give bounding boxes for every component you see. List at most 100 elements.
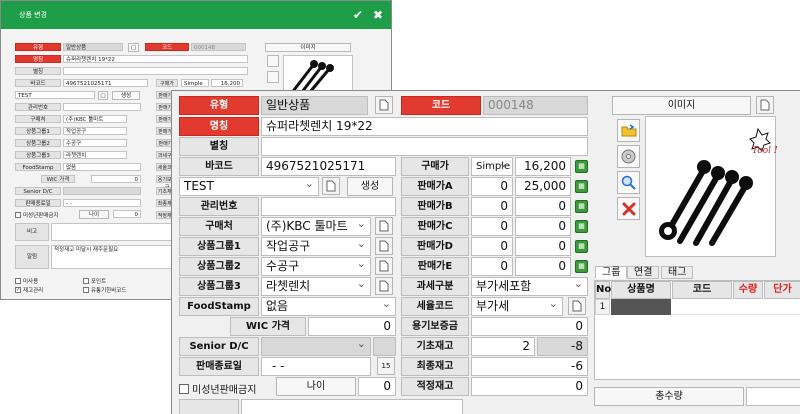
image-button[interactable]: 이미지 — [612, 96, 751, 115]
bg-image-button[interactable]: 이미지 — [265, 43, 351, 52]
alias-field[interactable] — [261, 137, 588, 156]
bg-sale-end-value[interactable]: - - — [63, 199, 141, 207]
tax-code-select[interactable]: 부가세 — [471, 297, 563, 316]
name-field[interactable]: 슈퍼라쳇렌치 19*22 — [261, 117, 588, 136]
price-d-calc-icon[interactable]: ▦ — [575, 240, 588, 253]
total-qty-field[interactable] — [746, 387, 800, 406]
bg-stock-manage-checkbox[interactable]: ✓ 재고관리 — [15, 286, 43, 294]
group2-select[interactable]: 수공구 — [261, 257, 371, 276]
price-a-calc-icon[interactable]: ▦ — [575, 180, 588, 193]
tab-link[interactable]: 연결 — [627, 266, 660, 279]
barcode-field[interactable]: 4967521025171 — [261, 157, 396, 176]
sale-end-field[interactable]: - - — [261, 357, 371, 376]
tax-type-select[interactable]: 부가세포함 — [471, 277, 588, 296]
category-document-icon[interactable] — [322, 177, 340, 195]
bg-unused-checkbox[interactable]: 미사용 — [15, 277, 38, 285]
minor-sale-ban-checkbox[interactable]: 미성년판매금지 — [179, 381, 256, 396]
bg-buy-mode[interactable]: Simple — [181, 79, 209, 87]
image-document-icon[interactable] — [756, 96, 774, 114]
group1-select[interactable]: 작업공구 — [261, 237, 371, 256]
tax-code-document-icon[interactable] — [568, 297, 586, 315]
bg-supplier-value[interactable]: (주)KBC 툴마트 — [63, 115, 127, 123]
calendar-icon[interactable]: 15 — [377, 357, 395, 375]
price-d-field-2[interactable]: 0 — [515, 237, 571, 256]
supplier-document-icon[interactable] — [375, 217, 393, 235]
price-c-field-2[interactable]: 0 — [515, 217, 571, 236]
bg-age-value[interactable]: 0 — [113, 210, 141, 218]
bg-group1-value[interactable]: 작업공구 — [63, 127, 127, 135]
bg-manage-no-value[interactable] — [63, 103, 141, 111]
bg-wic-value[interactable]: 0 — [91, 175, 141, 183]
bg-minor-checkbox[interactable]: 미성년판매금지 — [15, 211, 58, 219]
deposit-field[interactable]: 0 — [471, 317, 588, 336]
bg-type-value[interactable]: 일반상품 — [63, 43, 123, 51]
bg-group3-value[interactable]: 라쳇렌치 — [63, 151, 127, 159]
group1-document-icon[interactable] — [375, 237, 393, 255]
close-icon[interactable]: ✖ — [373, 8, 383, 22]
bg-code-value[interactable]: 000148 — [191, 43, 246, 51]
bg-buy-price-value[interactable]: 16,200 — [211, 79, 243, 87]
foodstamp-select[interactable]: 없음 — [261, 297, 396, 316]
senior-dc-select[interactable] — [261, 337, 371, 356]
generate-button[interactable]: 생성 — [347, 177, 393, 196]
disc-icon[interactable] — [617, 145, 640, 168]
grid-row[interactable] — [672, 299, 800, 315]
check-icon[interactable]: ✔ — [353, 8, 363, 22]
zoom-icon[interactable] — [617, 171, 640, 194]
folder-icon[interactable] — [617, 119, 640, 142]
bg-barcode-value[interactable]: 4967521025171 — [63, 79, 148, 87]
bg-memo-label: 비고 — [15, 223, 49, 241]
price-d-field-1[interactable]: 0 — [471, 237, 513, 256]
price-b-field-2[interactable]: 0 — [515, 197, 571, 216]
age-field[interactable]: 0 — [358, 377, 396, 396]
bg-category-select[interactable]: TEST — [15, 91, 95, 99]
bg-alias-value[interactable] — [63, 67, 248, 75]
group2-document-icon[interactable] — [375, 257, 393, 275]
tab-tag[interactable]: 태그 — [661, 266, 694, 279]
bg-senior-value[interactable] — [63, 187, 141, 195]
bottom-partial-field[interactable] — [241, 399, 463, 414]
bg-name-label: 명칭 — [15, 55, 61, 63]
proper-stock-field[interactable]: 0 — [471, 377, 588, 396]
logo-text: Tool MART — [752, 146, 777, 156]
final-stock-field[interactable]: -6 — [471, 357, 588, 376]
tab-group[interactable]: 그룹 — [595, 266, 628, 279]
price-b-field-1[interactable]: 0 — [471, 197, 513, 216]
bg-name-value[interactable]: 슈퍼라쳇렌치 19*22 — [63, 55, 248, 63]
bg-memo-value[interactable] — [51, 223, 175, 241]
price-c-calc-icon[interactable]: ▦ — [575, 220, 588, 233]
bg-foodstamp-value[interactable]: 없음 — [63, 163, 141, 171]
group3-document-icon[interactable] — [375, 277, 393, 295]
manage-no-field[interactable] — [261, 197, 396, 216]
buy-price-calc-icon[interactable]: ▦ — [575, 160, 588, 173]
price-e-field-1[interactable]: 0 — [471, 257, 513, 276]
type-field[interactable]: 일반상품 — [261, 96, 368, 115]
code-field[interactable]: 000148 — [483, 96, 588, 115]
buy-mode-select[interactable]: Simple — [471, 157, 513, 176]
category-select[interactable]: TEST — [179, 177, 319, 196]
bg-disc-icon[interactable] — [267, 71, 279, 83]
group3-select[interactable]: 라쳇렌치 — [261, 277, 371, 296]
delete-icon[interactable] — [617, 197, 640, 220]
bg-group2-value[interactable]: 수공구 — [63, 139, 127, 147]
bg-generate-button[interactable]: 생성 — [112, 91, 140, 100]
supplier-select[interactable]: (주)KBC 툴마트 — [261, 217, 371, 236]
bg-expiry-barcode-checkbox[interactable]: 유통기한바코드 — [83, 286, 126, 294]
grid-row-selected-cell[interactable] — [611, 299, 671, 315]
wic-price-field[interactable]: 0 — [308, 317, 396, 336]
price-b-calc-icon[interactable]: ▦ — [575, 200, 588, 213]
bg-point-checkbox[interactable]: 포인트 — [83, 277, 106, 285]
base-stock-field[interactable]: 2 — [471, 337, 535, 356]
bg-type-doc-button[interactable]: ▢ — [128, 43, 139, 52]
price-a-field-1[interactable]: 0 — [471, 177, 513, 196]
price-a-field-2[interactable]: 25,000 — [515, 177, 571, 196]
bg-folder-icon[interactable] — [267, 55, 279, 67]
bg-category-doc-button[interactable]: ▢ — [98, 91, 108, 100]
price-c-field-1[interactable]: 0 — [471, 217, 513, 236]
buy-price-field[interactable]: 16,200 — [515, 157, 571, 176]
bg-note-value[interactable]: 적정재고 미달시 재주문필요 — [51, 245, 175, 269]
document-icon[interactable] — [375, 96, 393, 114]
price-e-field-2[interactable]: 0 — [515, 257, 571, 276]
price-e-calc-icon[interactable]: ▦ — [575, 260, 588, 273]
bg-alias-label: 별칭 — [15, 67, 61, 75]
